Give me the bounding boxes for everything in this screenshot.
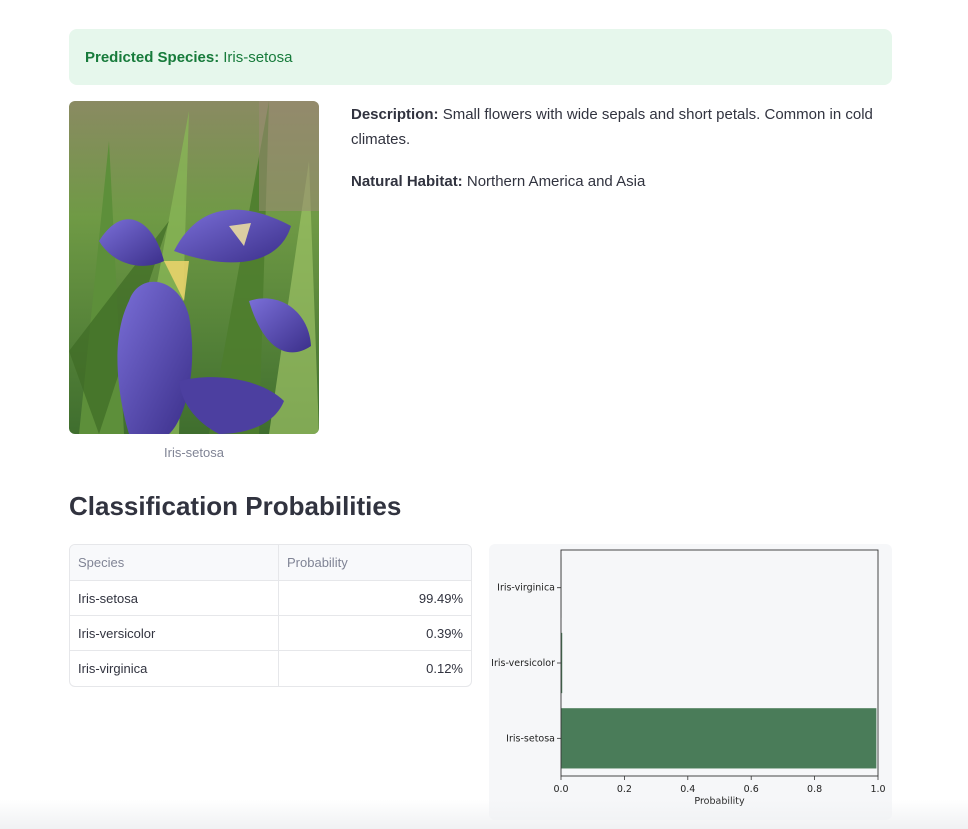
prediction-value: Iris-setosa: [223, 48, 293, 66]
flower-image: [69, 101, 319, 434]
table-header-row: Species Probability: [70, 545, 471, 581]
bar-iris-setosa: [561, 708, 877, 769]
description-paragraph: Description: Small flowers with wide sep…: [351, 102, 891, 152]
iris-photo: [69, 101, 319, 434]
table-row[interactable]: Iris-virginica 0.12%: [70, 651, 471, 686]
app-page: Predicted Species: Iris-setosa Iris-seto…: [0, 0, 968, 829]
bar-chart-svg: Iris-setosa Iris-versicolor Iris-virginica…: [491, 549, 886, 807]
probability-table[interactable]: Species Probability Iris-setosa 99.49% I…: [69, 544, 472, 687]
habitat-label: Natural Habitat:: [351, 173, 463, 190]
description-label: Description:: [351, 106, 439, 123]
species-cell[interactable]: Iris-virginica: [70, 651, 279, 686]
table-row[interactable]: Iris-setosa 99.49%: [70, 581, 471, 616]
probability-chart: Iris-setosa Iris-versicolor Iris-virginica…: [489, 544, 892, 820]
x-tick-label: 0.4: [680, 784, 695, 795]
y-tick-label: Iris-virginica: [497, 583, 555, 594]
section-title: Classification Probabilities: [69, 491, 402, 521]
species-details: Description: Small flowers with wide sep…: [351, 102, 891, 211]
y-tick-label: Iris-setosa: [506, 733, 555, 744]
x-tick-label: 0.8: [807, 784, 822, 795]
species-cell[interactable]: Iris-setosa: [70, 581, 279, 615]
habitat-paragraph: Natural Habitat: Northern America and As…: [351, 169, 891, 194]
column-header-species[interactable]: Species: [70, 545, 279, 580]
probability-cell[interactable]: 0.39%: [279, 616, 471, 650]
probability-cell[interactable]: 0.12%: [279, 651, 471, 686]
x-axis-label: Probability: [694, 796, 745, 807]
x-tick-label: 0.2: [617, 784, 632, 795]
prediction-label: Predicted Species:: [85, 48, 220, 66]
habitat-text: Northern America and Asia: [466, 173, 646, 190]
species-cell[interactable]: Iris-versicolor: [70, 616, 279, 650]
image-caption: Iris-setosa: [164, 445, 224, 460]
table-row[interactable]: Iris-versicolor 0.39%: [70, 616, 471, 651]
y-tick-label: Iris-versicolor: [491, 658, 555, 669]
probability-cell[interactable]: 99.49%: [279, 581, 471, 615]
x-tick-label: 1.0: [870, 784, 885, 795]
x-tick-label: 0.6: [744, 784, 759, 795]
x-tick-label: 0.0: [553, 784, 568, 795]
column-header-probability[interactable]: Probability: [279, 545, 471, 580]
prediction-banner: Predicted Species: Iris-setosa: [69, 29, 892, 85]
